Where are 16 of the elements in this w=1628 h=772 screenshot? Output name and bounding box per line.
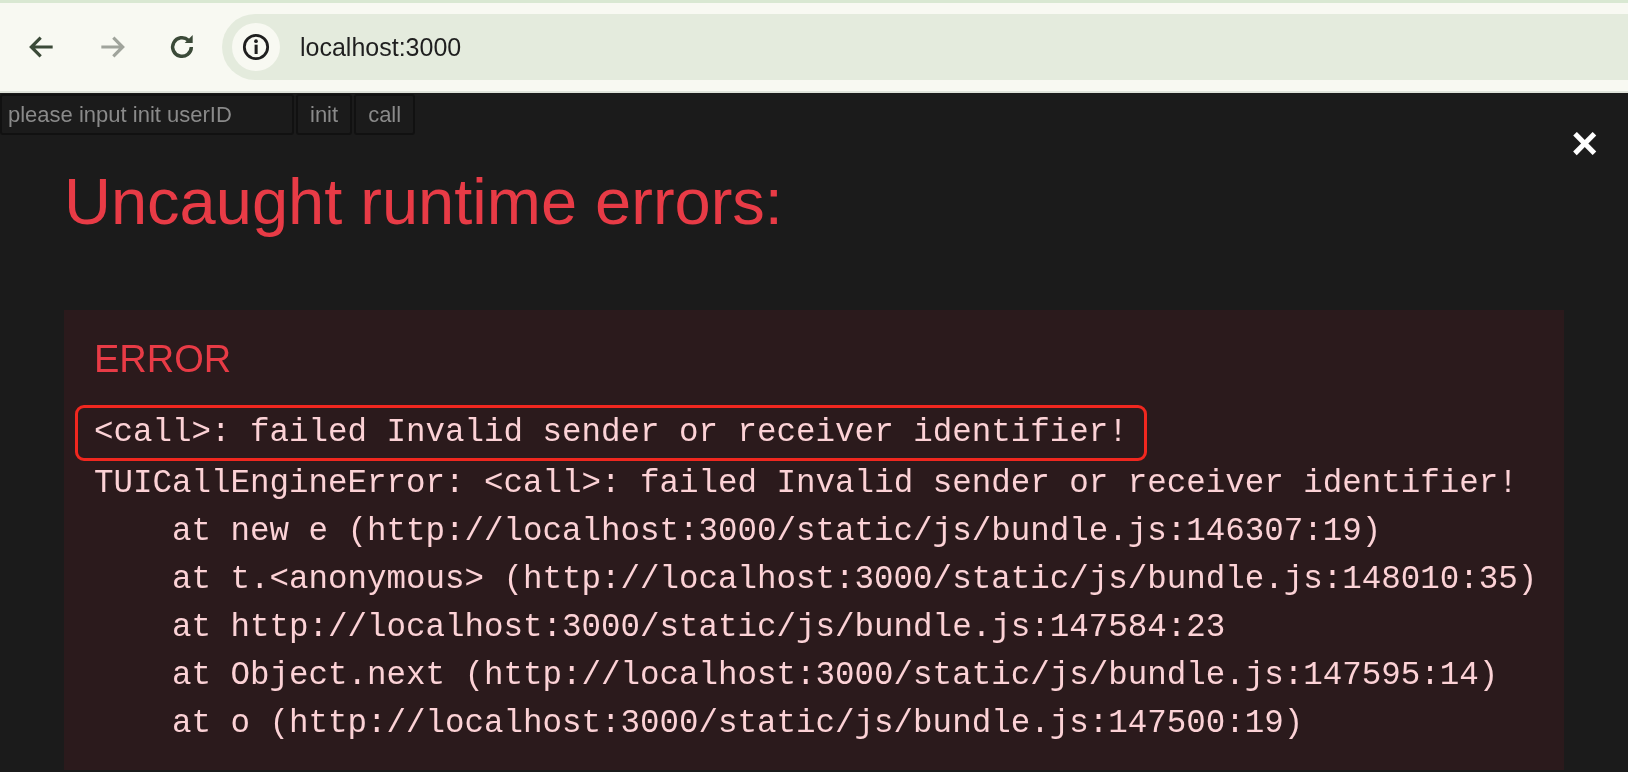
stack-frame-line: at http://localhost:3000/static/js/bundle.js:147584:23 bbox=[171, 608, 1226, 648]
error-message: TUICallEngineError: <call>: failed Invalid sender or receiver identifier! bbox=[94, 464, 1518, 504]
info-icon[interactable] bbox=[242, 33, 270, 61]
stack-frame-line: at o (http://localhost:3000/static/js/bundle.js:147500:19) bbox=[171, 704, 1304, 744]
call-button[interactable]: call bbox=[354, 94, 416, 135]
error-label: ERROR bbox=[94, 338, 233, 382]
stack-frame-line: at t.<anonymous> (http://localhost:3000/static/js/bundle.js:148010:35) bbox=[171, 560, 1538, 600]
stack-frame-line: at new e (http://localhost:3000/static/js/bundle.js:146307:19) bbox=[171, 512, 1382, 552]
error-title: Uncaught runtime errors: bbox=[64, 164, 784, 240]
address-bar[interactable]: localhost:3000 bbox=[222, 14, 1628, 80]
user-id-field[interactable]: please input init userID bbox=[0, 94, 294, 135]
stack-frame-line: at Object.next (http://localhost:3000/static/js/bundle.js:147595:14) bbox=[171, 656, 1499, 696]
url-text: localhost:3000 bbox=[300, 32, 462, 62]
close-button[interactable]: × bbox=[1571, 120, 1598, 166]
error-message: <call>: failed Invalid sender or receiver identifier! bbox=[76, 406, 1146, 460]
init-button[interactable]: init bbox=[296, 94, 353, 135]
